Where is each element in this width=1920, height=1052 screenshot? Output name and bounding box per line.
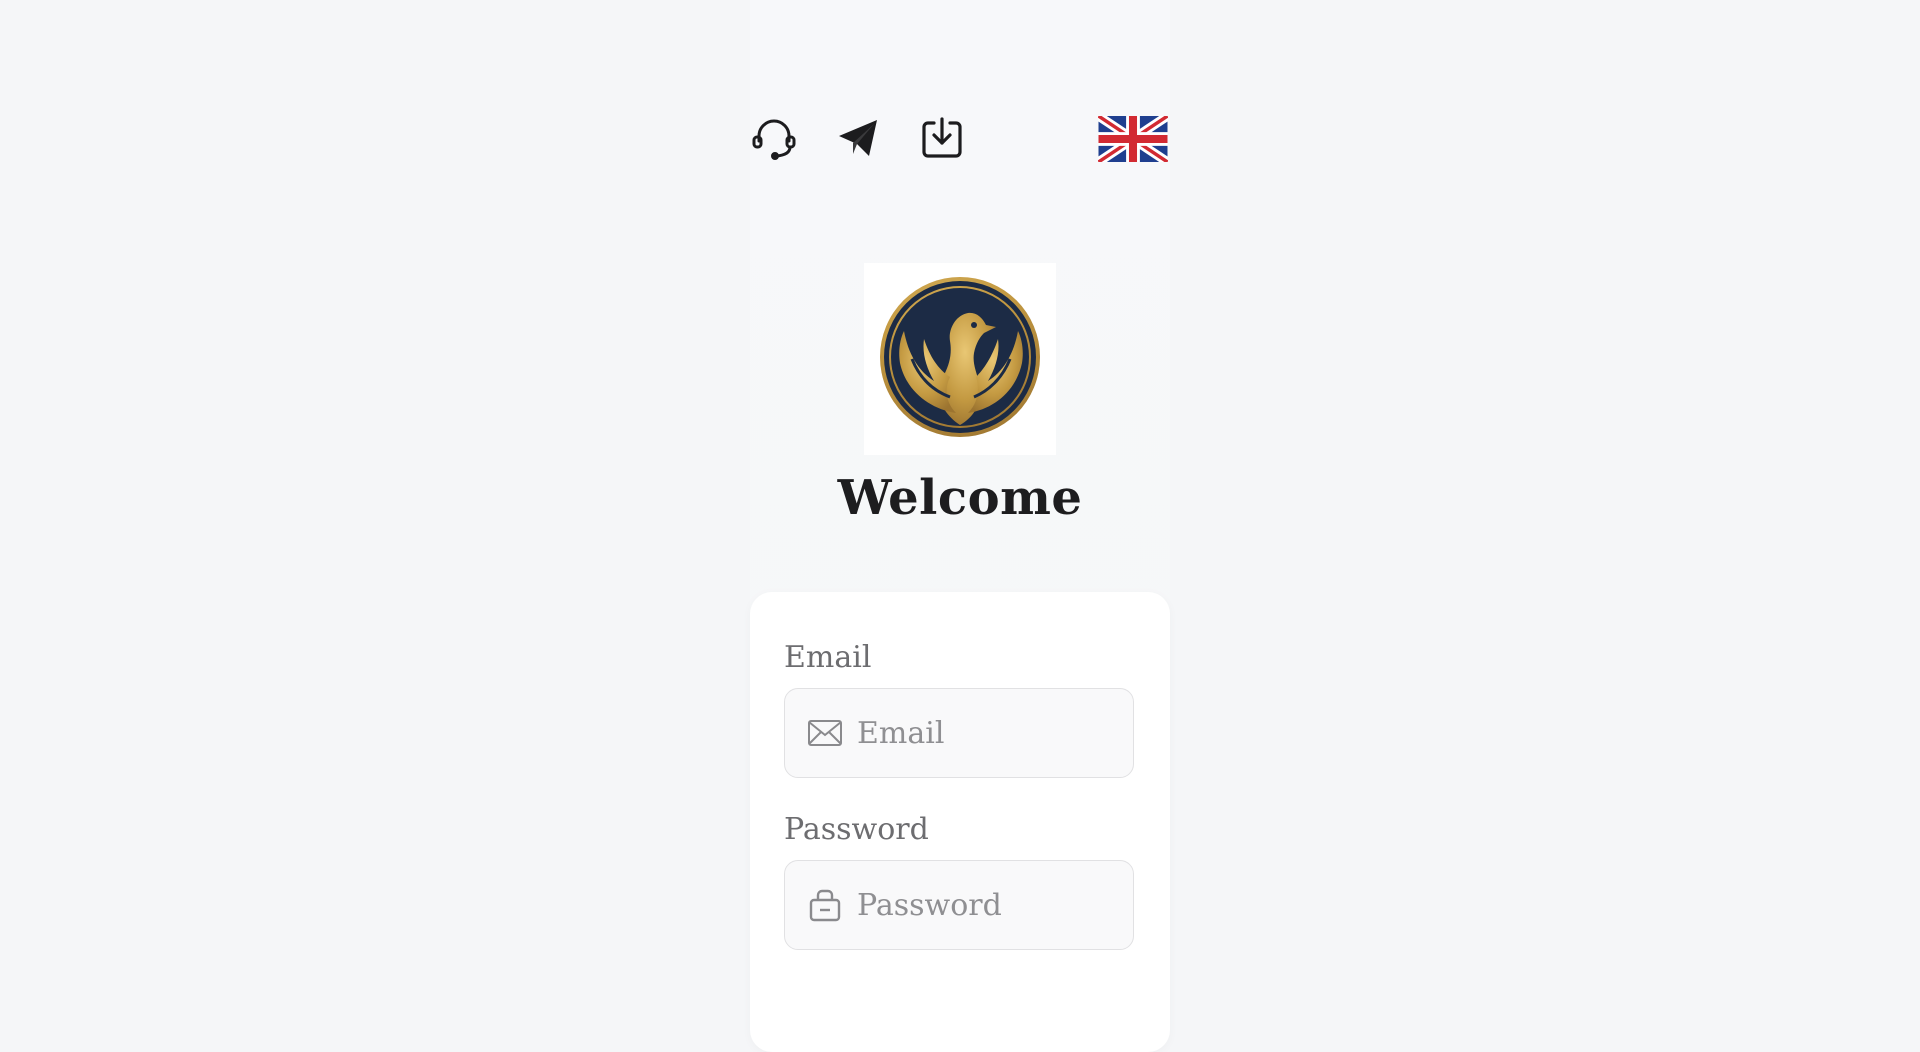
download-icon[interactable] [918,112,966,164]
envelope-icon [807,715,843,751]
lock-icon [807,887,843,923]
email-input[interactable] [855,714,1119,752]
email-field-container[interactable] [784,688,1134,778]
brand-logo [864,263,1056,455]
email-label: Email [784,640,872,675]
telegram-icon[interactable] [834,112,882,164]
top-toolbar [750,112,1171,166]
support-headset-icon[interactable] [750,112,798,164]
password-label: Password [784,812,929,847]
page-title: Welcome [837,470,1083,526]
password-field-container[interactable] [784,860,1134,950]
eagle-emblem-icon [880,277,1040,437]
uk-flag-icon[interactable] [1095,112,1171,166]
password-input[interactable] [855,886,1119,924]
login-card: Email Password [750,592,1170,1052]
